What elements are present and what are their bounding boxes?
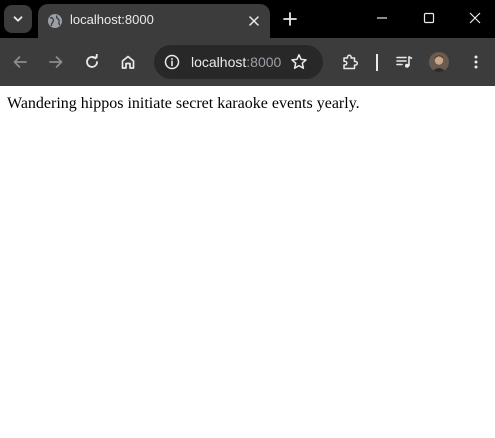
tab-strip: localhost:8000	[0, 0, 495, 38]
close-icon	[248, 15, 260, 27]
globe-icon	[47, 13, 63, 29]
chevron-down-icon	[12, 13, 24, 25]
minimize-button[interactable]	[367, 4, 397, 32]
info-icon[interactable]	[162, 52, 182, 72]
address-url[interactable]: localhost:8000	[191, 53, 281, 71]
media-controls-button[interactable]	[390, 48, 418, 76]
home-icon	[120, 54, 136, 70]
extensions-button[interactable]	[336, 48, 364, 76]
star-icon[interactable]	[288, 51, 310, 73]
address-bar[interactable]: localhost:8000	[154, 45, 323, 79]
more-vert-icon	[468, 54, 484, 70]
reload-button[interactable]	[78, 48, 106, 76]
tab-search-button[interactable]	[4, 5, 32, 33]
maximize-icon	[423, 12, 435, 24]
forward-button[interactable]	[42, 48, 70, 76]
reload-icon	[84, 54, 100, 70]
close-icon	[469, 12, 481, 24]
plus-icon	[283, 12, 297, 26]
extensions-puzzle-icon	[341, 53, 359, 71]
toolbar-divider	[376, 54, 378, 71]
minimize-icon	[376, 12, 388, 24]
maximize-button[interactable]	[414, 4, 444, 32]
address-port: :8000	[246, 54, 282, 70]
media-queue-icon	[395, 53, 413, 71]
tab-close-button[interactable]	[245, 12, 263, 30]
window-close-button[interactable]	[460, 4, 490, 32]
address-host: localhost	[191, 54, 247, 70]
back-button[interactable]	[6, 48, 34, 76]
back-arrow-icon	[12, 54, 28, 70]
page-content: Wandering hippos initiate secret karaoke…	[0, 86, 495, 438]
tab-active[interactable]: localhost:8000	[38, 4, 270, 38]
browser-toolbar: localhost:8000	[0, 38, 495, 86]
forward-arrow-icon	[48, 54, 64, 70]
tab-title: localhost:8000	[70, 12, 154, 27]
more-menu-button[interactable]	[462, 48, 490, 76]
page-body-text: Wandering hippos initiate secret karaoke…	[7, 95, 360, 112]
avatar[interactable]	[429, 52, 449, 72]
home-button[interactable]	[114, 48, 142, 76]
new-tab-button[interactable]	[279, 8, 301, 30]
